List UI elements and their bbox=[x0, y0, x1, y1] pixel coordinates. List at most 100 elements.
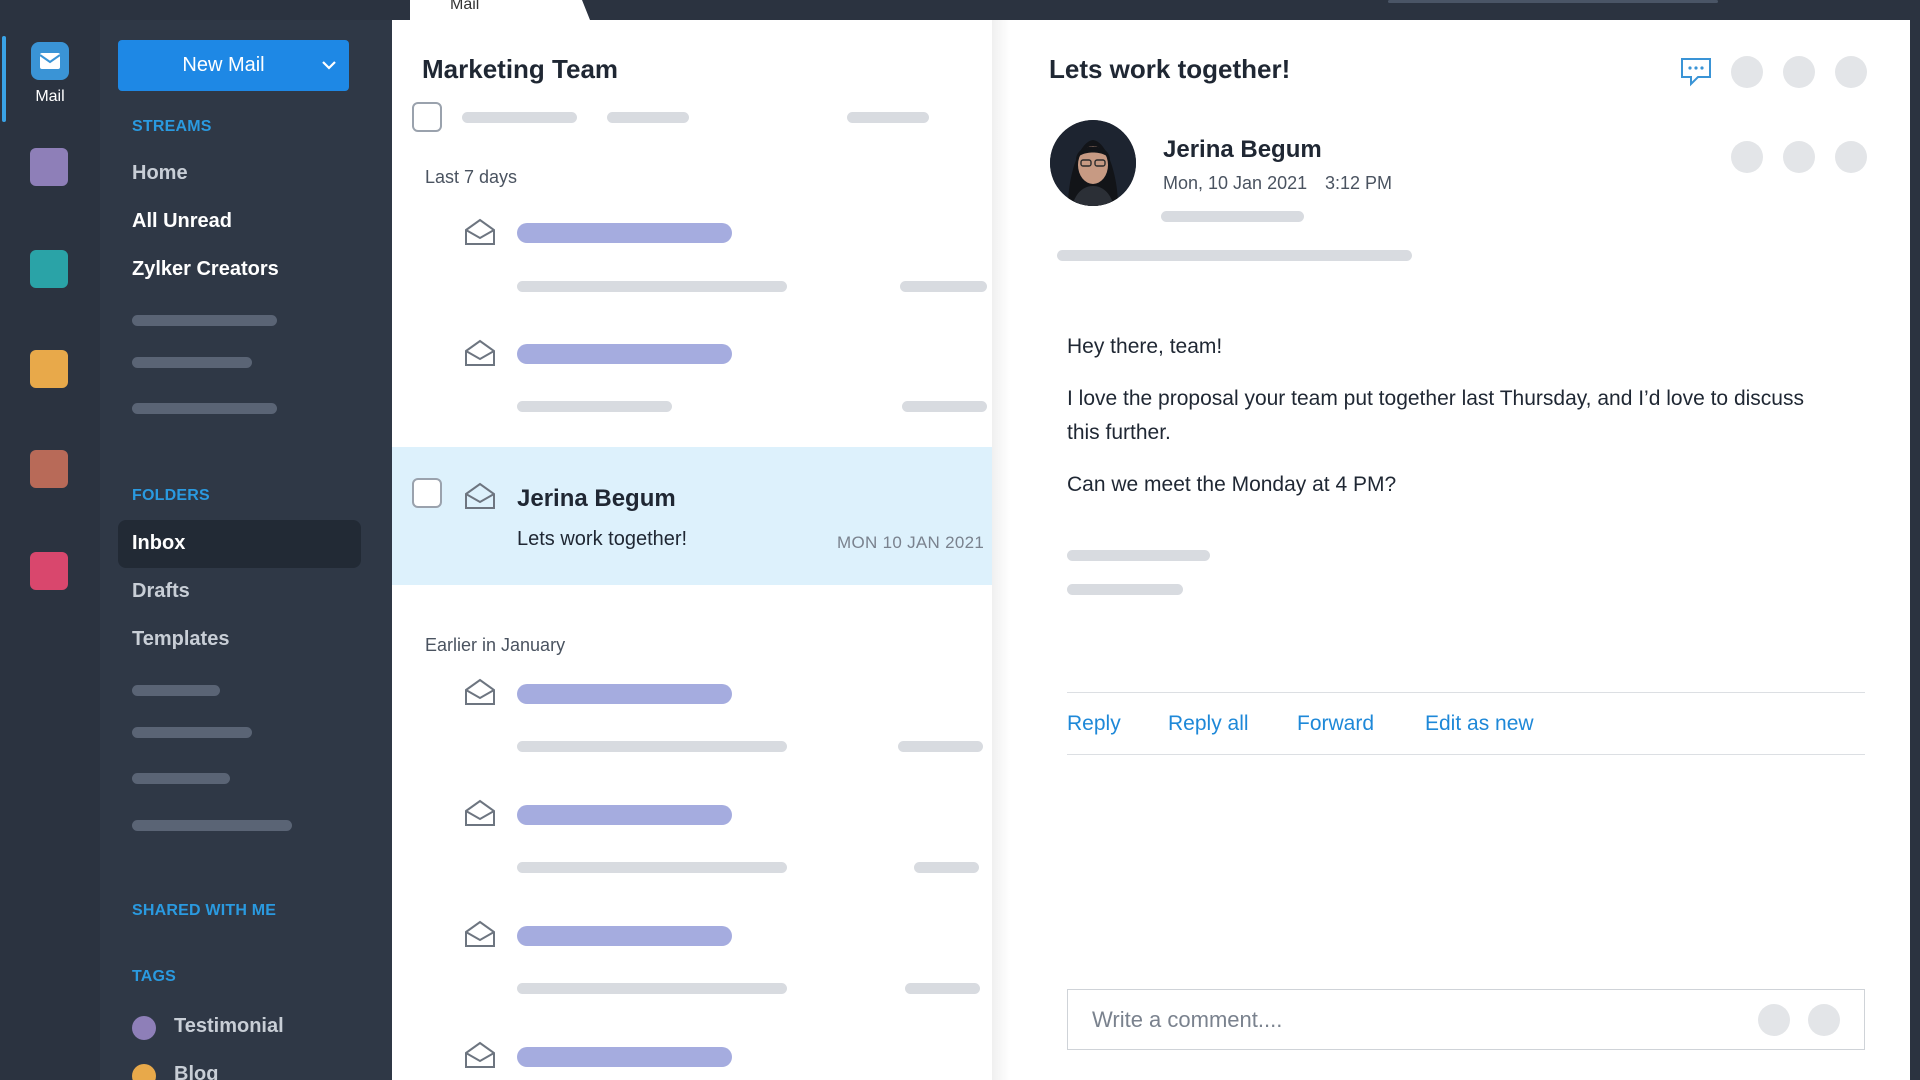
group-label-last-7-days: Last 7 days bbox=[425, 167, 518, 187]
comment-action-placeholder[interactable] bbox=[1808, 1004, 1840, 1036]
sidebar-placeholder bbox=[132, 820, 292, 831]
envelope-open-icon bbox=[465, 920, 495, 947]
envelope-open-icon bbox=[465, 678, 495, 705]
pane-shadow bbox=[992, 20, 1010, 1080]
active-app-indicator bbox=[2, 36, 6, 122]
folders-section-title: FOLDERS bbox=[132, 487, 210, 504]
sidebar-placeholder bbox=[132, 315, 277, 326]
rail-app-contacts[interactable] bbox=[30, 552, 68, 590]
list-item-placeholder[interactable] bbox=[517, 805, 732, 825]
divider bbox=[1067, 692, 1865, 693]
header-action-placeholder[interactable] bbox=[1731, 56, 1763, 88]
sidebar-placeholder bbox=[132, 727, 252, 738]
recipient-placeholder bbox=[1161, 211, 1304, 222]
new-mail-label: New Mail bbox=[182, 54, 265, 76]
list-item-sender: Jerina Begum bbox=[517, 485, 676, 512]
rail-app-streams[interactable] bbox=[30, 148, 68, 186]
sidebar-placeholder bbox=[132, 403, 277, 414]
edit-as-new-button[interactable]: Edit as new bbox=[1425, 712, 1534, 736]
reading-pane: Lets work together! Jerina Begum Mon, 10… bbox=[992, 20, 1910, 1080]
message-checkbox[interactable] bbox=[412, 478, 442, 508]
sidebar-item-inbox[interactable]: Inbox bbox=[132, 532, 185, 555]
tag-color-dot bbox=[132, 1064, 156, 1080]
toolbar-placeholder bbox=[462, 112, 577, 123]
sent-date: Mon, 10 Jan 2021 bbox=[1163, 173, 1308, 193]
list-item-placeholder[interactable] bbox=[517, 223, 732, 243]
envelope-open-icon bbox=[465, 482, 495, 509]
list-item-placeholder bbox=[914, 862, 979, 873]
reply-all-button[interactable]: Reply all bbox=[1168, 712, 1249, 736]
app-rail: Mail bbox=[0, 20, 100, 1080]
search-bar-edge[interactable] bbox=[1388, 0, 1718, 3]
mail-body-paragraph: Can we meet the Monday at 4 PM? bbox=[1067, 473, 1397, 496]
signature-placeholder bbox=[1067, 550, 1210, 561]
rail-app-notes[interactable] bbox=[30, 350, 68, 388]
sidebar-tag-testimonial[interactable]: Testimonial bbox=[174, 1015, 284, 1038]
list-item-subject: Lets work together! bbox=[517, 528, 688, 550]
chevron-down-icon[interactable] bbox=[309, 61, 349, 70]
tag-color-dot bbox=[132, 1016, 156, 1040]
list-item-selected[interactable] bbox=[392, 447, 992, 585]
sidebar-placeholder bbox=[132, 357, 252, 368]
list-title: Marketing Team bbox=[422, 54, 619, 84]
window-edge bbox=[1910, 20, 1920, 1080]
list-item-placeholder bbox=[517, 741, 787, 752]
list-item-placeholder[interactable] bbox=[517, 926, 732, 946]
mail-subject: Lets work together! bbox=[1049, 54, 1291, 84]
comment-action-placeholder[interactable] bbox=[1758, 1004, 1790, 1036]
envelope-open-icon bbox=[465, 339, 495, 366]
list-item-placeholder bbox=[900, 281, 987, 292]
sidebar-item-home[interactable]: Home bbox=[132, 162, 188, 185]
list-item-placeholder bbox=[517, 401, 672, 412]
mail-body-paragraph: I love the proposal your team put togeth… bbox=[1067, 387, 1804, 444]
mail-body-paragraph: Hey there, team! bbox=[1067, 335, 1223, 358]
reply-button[interactable]: Reply bbox=[1067, 712, 1121, 736]
list-item-placeholder[interactable] bbox=[517, 684, 732, 704]
tab-mail[interactable]: Mail bbox=[410, 0, 590, 20]
signature-placeholder bbox=[1067, 584, 1183, 595]
list-item-placeholder bbox=[905, 983, 980, 994]
rail-app-calendar[interactable] bbox=[30, 250, 68, 288]
list-item-placeholder[interactable] bbox=[517, 344, 732, 364]
comment-icon[interactable] bbox=[1680, 56, 1712, 88]
list-item-placeholder bbox=[517, 281, 787, 292]
select-all-checkbox[interactable] bbox=[412, 102, 442, 132]
group-label-earlier-january: Earlier in January bbox=[425, 635, 566, 655]
comment-input[interactable] bbox=[1092, 1005, 1692, 1035]
list-item-placeholder bbox=[898, 741, 983, 752]
sender-name[interactable]: Jerina Begum bbox=[1163, 136, 1322, 164]
sender-action-placeholder[interactable] bbox=[1731, 141, 1763, 173]
rail-app-tasks[interactable] bbox=[30, 450, 68, 488]
list-item-placeholder[interactable] bbox=[517, 1047, 732, 1067]
toolbar-placeholder bbox=[607, 112, 689, 123]
list-item-placeholder bbox=[517, 983, 787, 994]
list-item-placeholder bbox=[517, 862, 787, 873]
sender-action-placeholder[interactable] bbox=[1835, 141, 1867, 173]
sidebar-item-zylker-creators[interactable]: Zylker Creators bbox=[132, 258, 279, 281]
rail-mail-app[interactable]: Mail bbox=[20, 42, 80, 122]
sidebar-item-templates[interactable]: Templates bbox=[132, 628, 229, 651]
new-mail-button[interactable]: New Mail bbox=[118, 40, 349, 91]
rail-mail-label: Mail bbox=[35, 88, 65, 105]
toolbar-placeholder bbox=[847, 112, 929, 123]
header-action-placeholder[interactable] bbox=[1835, 56, 1867, 88]
envelope-open-icon bbox=[465, 799, 495, 826]
tags-section-title: TAGS bbox=[132, 968, 177, 985]
list-item-date: MON 10 JAN 2021 bbox=[837, 533, 985, 552]
sender-action-placeholder[interactable] bbox=[1783, 141, 1815, 173]
sidebar-item-all-unread[interactable]: All Unread bbox=[132, 210, 232, 233]
sidebar-item-drafts[interactable]: Drafts bbox=[132, 580, 190, 603]
mail-icon bbox=[31, 42, 69, 80]
top-bar: Mail bbox=[0, 0, 1920, 20]
comment-box bbox=[1067, 989, 1865, 1050]
sent-time: 3:12 PM bbox=[1325, 173, 1393, 193]
shared-section-title: SHARED WITH ME bbox=[132, 902, 277, 919]
sidebar-placeholder bbox=[132, 773, 230, 784]
sidebar-tag-blog[interactable]: Blog bbox=[174, 1063, 218, 1080]
header-action-placeholder[interactable] bbox=[1783, 56, 1815, 88]
message-list: Marketing Team Last 7 days Jerina Begum … bbox=[392, 20, 992, 1080]
forward-button[interactable]: Forward bbox=[1297, 712, 1374, 736]
avatar bbox=[1050, 120, 1136, 206]
divider bbox=[1067, 754, 1865, 755]
recipient-placeholder bbox=[1057, 250, 1412, 261]
